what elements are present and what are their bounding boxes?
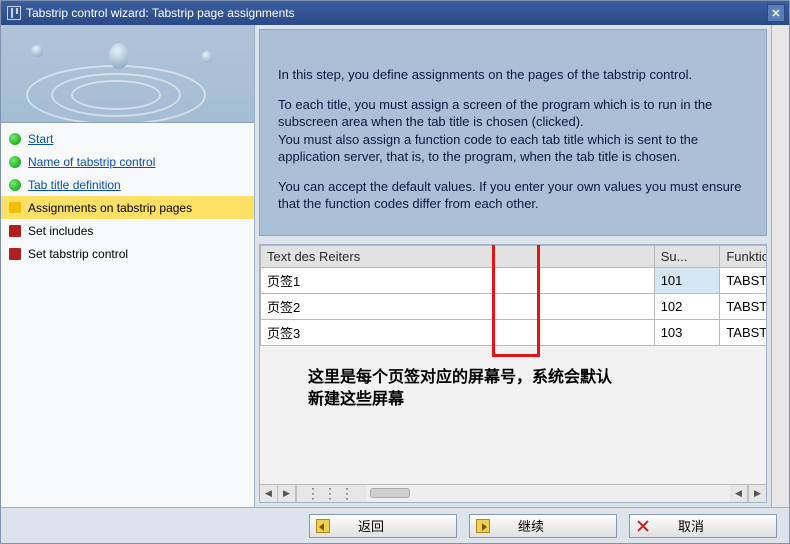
wizard-window: Tabstrip control wizard: Tabstrip page a…	[0, 0, 790, 544]
back-icon	[316, 519, 330, 533]
cell-fc[interactable]: TABSTRIP1_FC2	[720, 293, 767, 319]
scroll-left2-icon[interactable]: ◀	[730, 485, 748, 502]
step-name[interactable]: Name of tabstrip control	[1, 150, 254, 173]
check-icon	[9, 133, 21, 145]
content-area: Start Name of tabstrip control Tab title…	[1, 25, 789, 507]
titlebar: Tabstrip control wizard: Tabstrip page a…	[1, 1, 789, 25]
table-row: 页签1 101 TABSTRIP1_FC1	[261, 267, 768, 293]
cancel-icon	[636, 519, 650, 533]
sidebar-banner	[1, 25, 254, 123]
scroll-right2-icon[interactable]: ▶	[748, 485, 766, 502]
check-icon	[9, 156, 21, 168]
step-set-tabstrip: Set tabstrip control	[1, 242, 254, 265]
cell-fc[interactable]: TABSTRIP1_FC3	[720, 319, 767, 345]
scroll-thumb[interactable]	[370, 488, 410, 498]
scroll-track[interactable]	[366, 485, 730, 502]
sidebar: Start Name of tabstrip control Tab title…	[1, 25, 255, 507]
instruction-p3: You can accept the default values. If yo…	[278, 178, 748, 213]
cell-su[interactable]: 103	[654, 319, 720, 345]
pending-icon	[9, 225, 21, 237]
cell-fc[interactable]: TABSTRIP1_FC1	[720, 267, 767, 293]
cell-su[interactable]: 101	[654, 267, 720, 293]
table-wrap: Text des Reiters Su... Funktionscode 页签1…	[260, 245, 766, 484]
close-button[interactable]: ✕	[767, 4, 785, 22]
window-title: Tabstrip control wizard: Tabstrip page a…	[26, 6, 767, 20]
assignments-table: Text des Reiters Su... Funktionscode 页签1…	[260, 245, 767, 346]
step-list: Start Name of tabstrip control Tab title…	[1, 123, 254, 507]
horizontal-scrollbar[interactable]: ◀ ▶ ⋮⋮⋮ ◀ ▶	[260, 484, 766, 502]
continue-button[interactable]: 继续	[469, 514, 617, 538]
annotation-text: 这里是每个页签对应的屏幕号，系统会默认 新建这些屏幕	[308, 367, 612, 412]
back-button[interactable]: 返回	[309, 514, 457, 538]
step-start[interactable]: Start	[1, 127, 254, 150]
col-text-header[interactable]: Text des Reiters	[261, 245, 655, 267]
col-fc-header[interactable]: Funktionscode	[720, 245, 767, 267]
step-assignments[interactable]: Assignments on tabstrip pages	[1, 196, 254, 219]
cancel-button[interactable]: 取消	[629, 514, 777, 538]
cell-su[interactable]: 102	[654, 293, 720, 319]
app-icon	[7, 6, 21, 20]
main-panel: In this step, you define assignments on …	[255, 25, 771, 507]
step-set-includes: Set includes	[1, 219, 254, 242]
pending-icon	[9, 248, 21, 260]
scroll-left-icon[interactable]: ◀	[260, 485, 278, 502]
instructions-panel: In this step, you define assignments on …	[259, 29, 767, 236]
check-icon	[9, 179, 21, 191]
vertical-scrollbar[interactable]	[771, 25, 789, 507]
instruction-p1: In this step, you define assignments on …	[278, 66, 748, 84]
table-header-row: Text des Reiters Su... Funktionscode	[261, 245, 768, 267]
scroll-right-icon[interactable]: ▶	[278, 485, 296, 502]
step-tab-title[interactable]: Tab title definition	[1, 173, 254, 196]
instruction-p2: To each title, you must assign a screen …	[278, 96, 748, 166]
scroll-handle[interactable]: ⋮⋮⋮	[296, 485, 366, 502]
col-su-header[interactable]: Su...	[654, 245, 720, 267]
table-area: Text des Reiters Su... Funktionscode 页签1…	[259, 244, 767, 503]
cell-text[interactable]: 页签3	[261, 319, 655, 345]
next-icon	[476, 519, 490, 533]
cell-text[interactable]: 页签2	[261, 293, 655, 319]
footer: 返回 继续 取消	[1, 507, 789, 543]
table-row: 页签3 103 TABSTRIP1_FC3	[261, 319, 768, 345]
cell-text[interactable]: 页签1	[261, 267, 655, 293]
table-row: 页签2 102 TABSTRIP1_FC2	[261, 293, 768, 319]
warning-icon	[9, 202, 21, 213]
